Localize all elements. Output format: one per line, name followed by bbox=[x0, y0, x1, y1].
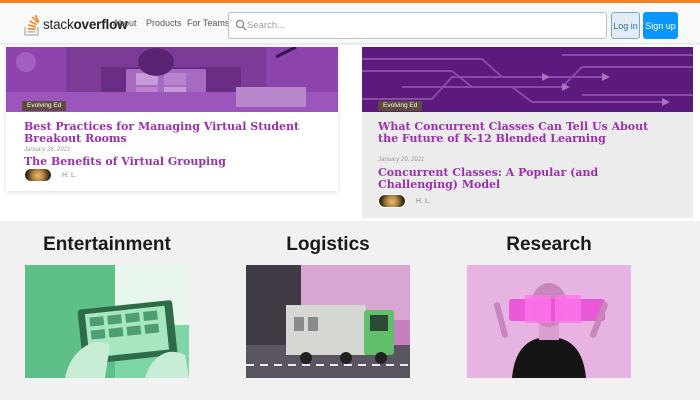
article-card-right[interactable]: Evolving Ed What Concurrent Classes Can … bbox=[362, 47, 693, 218]
entertainment-image-tablet[interactable] bbox=[25, 265, 189, 378]
article-date: January 20, 2021 bbox=[378, 157, 425, 163]
article-title[interactable]: What Concurrent Classes Can Tell Us Abou… bbox=[378, 121, 668, 144]
article-title[interactable]: Best Practices for Managing Virtual Stud… bbox=[24, 121, 314, 144]
stack-logo-icon bbox=[24, 14, 40, 36]
article-subtitle[interactable]: The Benefits of Virtual Grouping bbox=[24, 156, 324, 168]
article-card-left[interactable]: Evolving Ed Best Practices for Managing … bbox=[6, 47, 338, 191]
login-button[interactable]: Log in bbox=[611, 12, 640, 39]
stackoverflow-logo[interactable]: stackoverflow bbox=[24, 10, 128, 38]
category-tag[interactable]: Evolving Ed bbox=[378, 101, 423, 111]
nav-for-teams-link[interactable]: For Teams bbox=[187, 18, 229, 28]
author-info: H. L. bbox=[24, 168, 77, 182]
search-icon bbox=[235, 19, 247, 31]
author-name: H. L. bbox=[62, 171, 77, 179]
article-subtitle[interactable]: Concurrent Classes: A Popular (and Chall… bbox=[378, 167, 678, 190]
author-info: H. L. bbox=[378, 194, 431, 208]
research-image-person[interactable] bbox=[467, 265, 631, 378]
search-input[interactable] bbox=[247, 16, 597, 35]
avatar bbox=[378, 194, 406, 208]
logistics-image-truck[interactable] bbox=[246, 265, 410, 378]
search-box[interactable] bbox=[228, 12, 607, 39]
category-tag[interactable]: Evolving Ed bbox=[22, 101, 67, 111]
author-name: H. L. bbox=[416, 197, 431, 205]
nav-about-link[interactable]: About bbox=[113, 18, 137, 28]
category-title-entertainment: Entertainment bbox=[43, 234, 171, 255]
category-title-logistics: Logistics bbox=[286, 234, 370, 255]
signup-button[interactable]: Sign up bbox=[643, 12, 678, 39]
nav-products-link[interactable]: Products bbox=[146, 18, 182, 28]
category-title-research: Research bbox=[506, 234, 592, 255]
top-navigation: stackoverflow About Products For Teams L… bbox=[0, 0, 700, 44]
article-date: January 26, 2021 bbox=[24, 147, 71, 153]
avatar bbox=[24, 168, 52, 182]
